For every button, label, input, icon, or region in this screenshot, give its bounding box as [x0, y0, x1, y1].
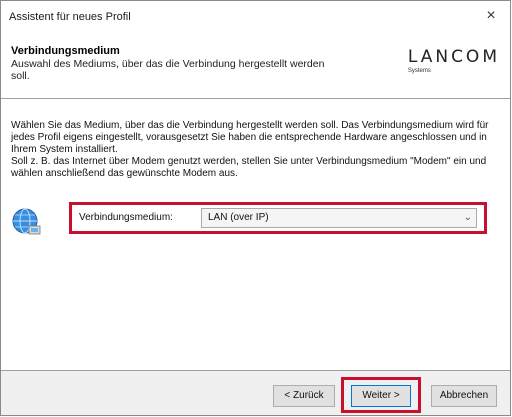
window-title: Assistent für neues Profil — [9, 11, 131, 23]
logo-subtext: Systems — [407, 68, 431, 74]
cancel-button[interactable]: Abbrechen — [431, 385, 497, 407]
medium-select-value: LAN (over IP) — [208, 212, 269, 223]
description-paragraph-1: Wählen Sie das Medium, über das die Verb… — [11, 120, 489, 155]
lancom-logo: LANCOM Systems — [408, 47, 500, 74]
title-bar: Assistent für neues Profil × — [1, 1, 510, 31]
back-button[interactable]: < Zurück — [273, 385, 335, 407]
wizard-body: Wählen Sie das Medium, über das die Verb… — [1, 100, 510, 371]
medium-select[interactable]: LAN (over IP) ⌄ — [201, 208, 477, 228]
page-title: Verbindungsmedium — [11, 45, 120, 57]
description-paragraph-2: Soll z. B. das Internet über Modem genut… — [11, 156, 487, 179]
wizard-footer: < Zurück Weiter > Abbrechen — [1, 371, 510, 415]
wizard-header: Verbindungsmedium Auswahl des Mediums, ü… — [1, 31, 510, 98]
globe-network-icon — [12, 208, 41, 235]
chevron-down-icon[interactable]: ⌄ — [464, 209, 472, 227]
logo-text: LANCOM — [407, 47, 500, 67]
wizard-window: Assistent für neues Profil × Verbindungs… — [0, 0, 511, 416]
description: Wählen Sie das Medium, über das die Verb… — [11, 120, 501, 180]
next-button[interactable]: Weiter > — [351, 385, 411, 407]
medium-label: Verbindungsmedium: — [79, 212, 173, 223]
page-subtitle: Auswahl des Mediums, über das die Verbin… — [11, 58, 325, 82]
close-icon[interactable]: × — [480, 6, 502, 26]
medium-row: Verbindungsmedium: LAN (over IP) ⌄ — [11, 202, 501, 242]
